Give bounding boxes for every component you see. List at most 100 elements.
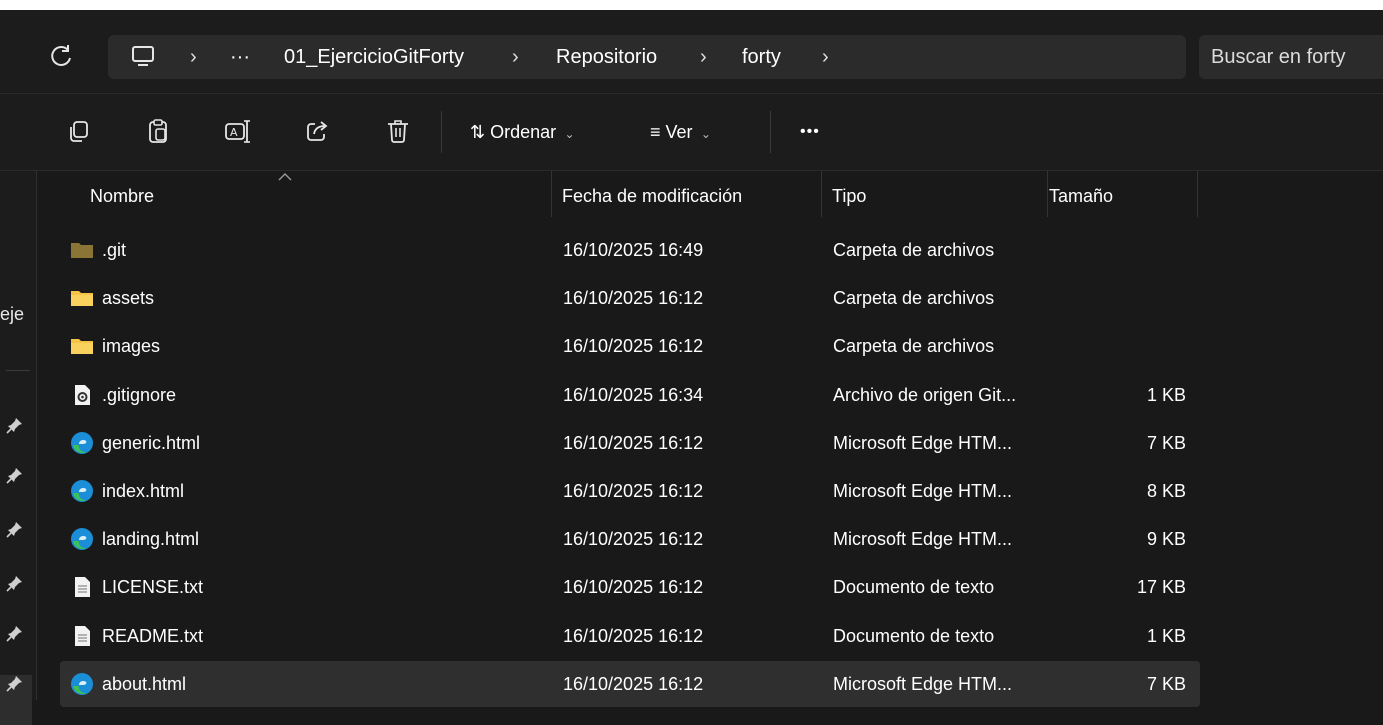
pin-icon[interactable] bbox=[6, 624, 24, 642]
folder-git-icon bbox=[70, 238, 94, 262]
address-bar-region: › ··· 01_EjercicioGitForty › Repositorio… bbox=[0, 10, 1383, 94]
file-date: 16/10/2025 16:12 bbox=[563, 481, 704, 501]
file-row[interactable]: assets 16/10/2025 16:12 Carpeta de archivo… bbox=[60, 275, 1200, 321]
folder-icon bbox=[70, 286, 94, 310]
file-row[interactable]: README.txt 16/10/2025 16:12 Documento de t… bbox=[60, 613, 1200, 659]
column-header: Nombre Fecha de modificación Tipo Tamaño bbox=[37, 171, 1383, 219]
file-name: README.txt bbox=[102, 626, 204, 646]
pin-icon[interactable] bbox=[6, 574, 24, 592]
chevron-right-icon[interactable]: › bbox=[512, 35, 519, 79]
column-type-header[interactable]: Tipo bbox=[832, 171, 866, 221]
view-button[interactable]: ≡ Ver ⌄ bbox=[650, 94, 711, 172]
column-size-header[interactable]: Tamaño bbox=[1049, 171, 1113, 221]
file-name: index.html bbox=[102, 481, 185, 501]
breadcrumb-item-ejercicio[interactable]: 01_EjercicioGitForty bbox=[284, 35, 464, 79]
file-type: Microsoft Edge HTM... bbox=[833, 674, 1013, 694]
view-label: Ver bbox=[665, 122, 693, 142]
sort-label: Ordenar bbox=[490, 122, 557, 142]
breadcrumb-item-repositorio[interactable]: Repositorio bbox=[556, 35, 657, 79]
file-name: images bbox=[102, 336, 161, 356]
copy-icon[interactable] bbox=[64, 116, 94, 146]
chevron-right-icon[interactable]: › bbox=[700, 35, 707, 79]
file-size: 7 KB bbox=[1146, 433, 1186, 453]
column-divider[interactable] bbox=[821, 171, 822, 217]
window-top-edge bbox=[0, 0, 1383, 10]
file-type: Documento de texto bbox=[833, 577, 995, 597]
column-divider[interactable] bbox=[1197, 171, 1198, 217]
text-file-icon bbox=[70, 624, 94, 648]
file-name: .gitignore bbox=[102, 385, 177, 405]
column-divider[interactable] bbox=[551, 171, 552, 217]
pin-icon[interactable] bbox=[6, 674, 24, 692]
svg-text:A: A bbox=[230, 126, 238, 139]
file-size: 1 KB bbox=[1146, 385, 1186, 405]
file-name: LICENSE.txt bbox=[102, 577, 204, 597]
refresh-icon[interactable] bbox=[46, 41, 76, 71]
file-size: 8 KB bbox=[1146, 481, 1186, 501]
this-pc-icon[interactable] bbox=[130, 35, 156, 79]
file-name: .git bbox=[102, 240, 127, 260]
pin-icon[interactable] bbox=[6, 520, 24, 538]
pin-icon[interactable] bbox=[6, 416, 24, 434]
more-options-button[interactable]: ••• bbox=[800, 94, 820, 170]
breadcrumb[interactable]: › ··· 01_EjercicioGitForty › Repositorio… bbox=[108, 35, 1186, 79]
file-date: 16/10/2025 16:12 bbox=[563, 336, 704, 356]
file-date: 16/10/2025 16:12 bbox=[563, 674, 704, 694]
breadcrumb-item-forty[interactable]: forty bbox=[742, 35, 781, 79]
column-date-header[interactable]: Fecha de modificación bbox=[562, 171, 742, 221]
chevron-right-icon[interactable]: › bbox=[190, 35, 197, 79]
file-type: Carpeta de archivos bbox=[833, 240, 995, 260]
toolbar-divider bbox=[441, 111, 442, 153]
file-date: 16/10/2025 16:12 bbox=[563, 626, 704, 646]
file-date: 16/10/2025 16:12 bbox=[563, 529, 704, 549]
folder-icon bbox=[70, 334, 94, 358]
chevron-right-icon[interactable]: › bbox=[822, 35, 829, 79]
file-row[interactable]: .git 16/10/2025 16:49 Carpeta de archivos bbox=[60, 227, 1200, 273]
sort-ascending-icon bbox=[278, 169, 292, 181]
share-icon[interactable] bbox=[302, 116, 332, 146]
file-row[interactable]: images 16/10/2025 16:12 Carpeta de archivo… bbox=[60, 323, 1200, 369]
file-row[interactable]: .gitignore 16/10/2025 16:34 Archivo de ori… bbox=[60, 372, 1200, 418]
paste-icon[interactable] bbox=[143, 116, 173, 146]
sort-icon: ⇅ bbox=[470, 122, 486, 142]
view-icon: ≡ bbox=[650, 122, 661, 142]
file-size: 1 KB bbox=[1146, 626, 1186, 646]
edge-icon bbox=[70, 431, 94, 455]
file-name: assets bbox=[102, 288, 155, 308]
file-size: 17 KB bbox=[1136, 577, 1186, 597]
file-date: 16/10/2025 16:12 bbox=[563, 577, 704, 597]
file-name: generic.html bbox=[102, 433, 201, 453]
column-name-header[interactable]: Nombre bbox=[90, 171, 154, 221]
file-row[interactable]: landing.html 16/10/2025 16:12 Microsoft Ed… bbox=[60, 516, 1200, 562]
file-row[interactable]: about.html 16/10/2025 16:12 Microsoft Edge… bbox=[60, 661, 1200, 707]
file-type: Archivo de origen Git... bbox=[833, 385, 1017, 405]
edge-icon bbox=[70, 672, 94, 696]
file-size: 9 KB bbox=[1146, 529, 1186, 549]
edge-icon bbox=[70, 527, 94, 551]
sort-button[interactable]: ⇅ Ordenar ⌄ bbox=[470, 94, 575, 172]
file-row[interactable]: generic.html 16/10/2025 16:12 Microsoft Ed… bbox=[60, 420, 1200, 466]
nav-item-label[interactable]: eje bbox=[0, 304, 24, 325]
file-date: 16/10/2025 16:34 bbox=[563, 385, 704, 405]
file-type: Carpeta de archivos bbox=[833, 336, 995, 356]
file-row[interactable]: index.html 16/10/2025 16:12 Microsoft Edge… bbox=[60, 468, 1200, 514]
file-type: Microsoft Edge HTM... bbox=[833, 529, 1013, 549]
search-input[interactable]: Buscar en forty bbox=[1199, 35, 1383, 79]
file-type: Microsoft Edge HTM... bbox=[833, 481, 1013, 501]
search-placeholder: Buscar en forty bbox=[1211, 46, 1346, 68]
nav-divider bbox=[6, 370, 30, 371]
file-name: landing.html bbox=[102, 529, 200, 549]
file-name: about.html bbox=[102, 674, 187, 694]
file-date: 16/10/2025 16:49 bbox=[563, 240, 704, 260]
rename-icon[interactable]: A bbox=[222, 116, 252, 146]
pin-icon[interactable] bbox=[6, 466, 24, 484]
edge-icon bbox=[70, 479, 94, 503]
toolbar-divider bbox=[770, 111, 771, 153]
delete-icon[interactable] bbox=[383, 116, 413, 146]
chevron-down-icon: ⌄ bbox=[561, 127, 575, 141]
breadcrumb-overflow[interactable]: ··· bbox=[230, 35, 250, 79]
text-file-icon bbox=[70, 575, 94, 599]
column-divider[interactable] bbox=[1047, 171, 1048, 217]
file-type: Carpeta de archivos bbox=[833, 288, 995, 308]
file-row[interactable]: LICENSE.txt 16/10/2025 16:12 Documento de … bbox=[60, 564, 1200, 610]
